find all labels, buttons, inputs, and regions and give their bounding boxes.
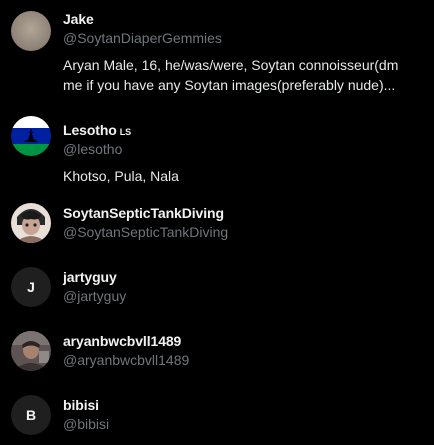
avatar[interactable]: J xyxy=(11,267,51,307)
display-name[interactable]: Lesotho LS xyxy=(63,121,426,140)
lesotho-flag-avatar xyxy=(11,116,51,156)
user-list: Jake @SoytanDiaperGemmies Aryan Male, 16… xyxy=(0,0,434,445)
display-name[interactable]: Jake xyxy=(63,10,426,29)
user-handle[interactable]: @SoytanSepticTankDiving xyxy=(63,223,426,242)
user-bio: Khotso, Pula, Nala xyxy=(63,168,179,184)
user-row-aryanbwcbvll1489[interactable]: aryanbwcbvll1489 @aryanbwcbvll1489 xyxy=(0,318,434,382)
avatar-image xyxy=(11,203,51,243)
avatar[interactable] xyxy=(11,11,51,51)
display-name[interactable]: bibisi xyxy=(63,396,426,415)
user-row-bibisi[interactable]: B bibisi @bibisi xyxy=(0,382,434,445)
user-row-soytansepticTankdiving[interactable]: SoytanSepticTankDiving @SoytanSepticTank… xyxy=(0,190,434,254)
display-name[interactable]: SoytanSepticTankDiving xyxy=(63,204,426,223)
user-row-jartyguy[interactable]: J jartyguy @jartyguy xyxy=(0,254,434,318)
avatar-image xyxy=(11,331,51,371)
avatar[interactable] xyxy=(11,331,51,371)
user-handle[interactable]: @jartyguy xyxy=(63,287,426,306)
user-row-jake[interactable]: Jake @SoytanDiaperGemmies Aryan Male, 16… xyxy=(0,0,434,105)
avatar[interactable] xyxy=(11,116,51,156)
avatar-image xyxy=(11,11,51,51)
display-name[interactable]: jartyguy xyxy=(63,268,426,287)
user-handle[interactable]: @bibisi xyxy=(63,415,426,434)
user-handle[interactable]: @aryanbwcbvll1489 xyxy=(63,351,426,370)
user-handle[interactable]: @lesotho xyxy=(63,140,426,159)
user-bio: Aryan Male, 16, he/was/were, Soytan conn… xyxy=(63,57,399,93)
flag-ls-icon: LS xyxy=(119,127,132,137)
display-name[interactable]: aryanbwcbvll1489 xyxy=(63,332,426,351)
avatar[interactable]: B xyxy=(11,395,51,435)
avatar[interactable] xyxy=(11,203,51,243)
user-handle[interactable]: @SoytanDiaperGemmies xyxy=(63,29,426,48)
user-row-lesotho[interactable]: Lesotho LS @lesotho Khotso, Pula, Nala xyxy=(0,105,434,190)
